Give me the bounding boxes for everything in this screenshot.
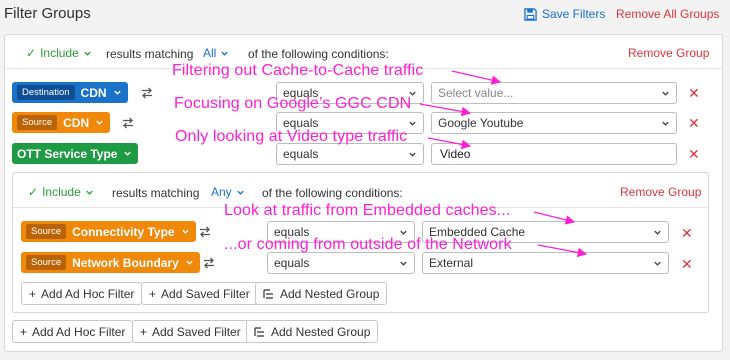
annotation-arrow <box>533 211 576 225</box>
annotation-arrow <box>419 103 472 117</box>
annotation-arrows <box>419 70 588 258</box>
annotation-arrow <box>537 244 588 258</box>
annotation-arrow <box>451 70 502 85</box>
annotation-arrow <box>427 137 472 150</box>
